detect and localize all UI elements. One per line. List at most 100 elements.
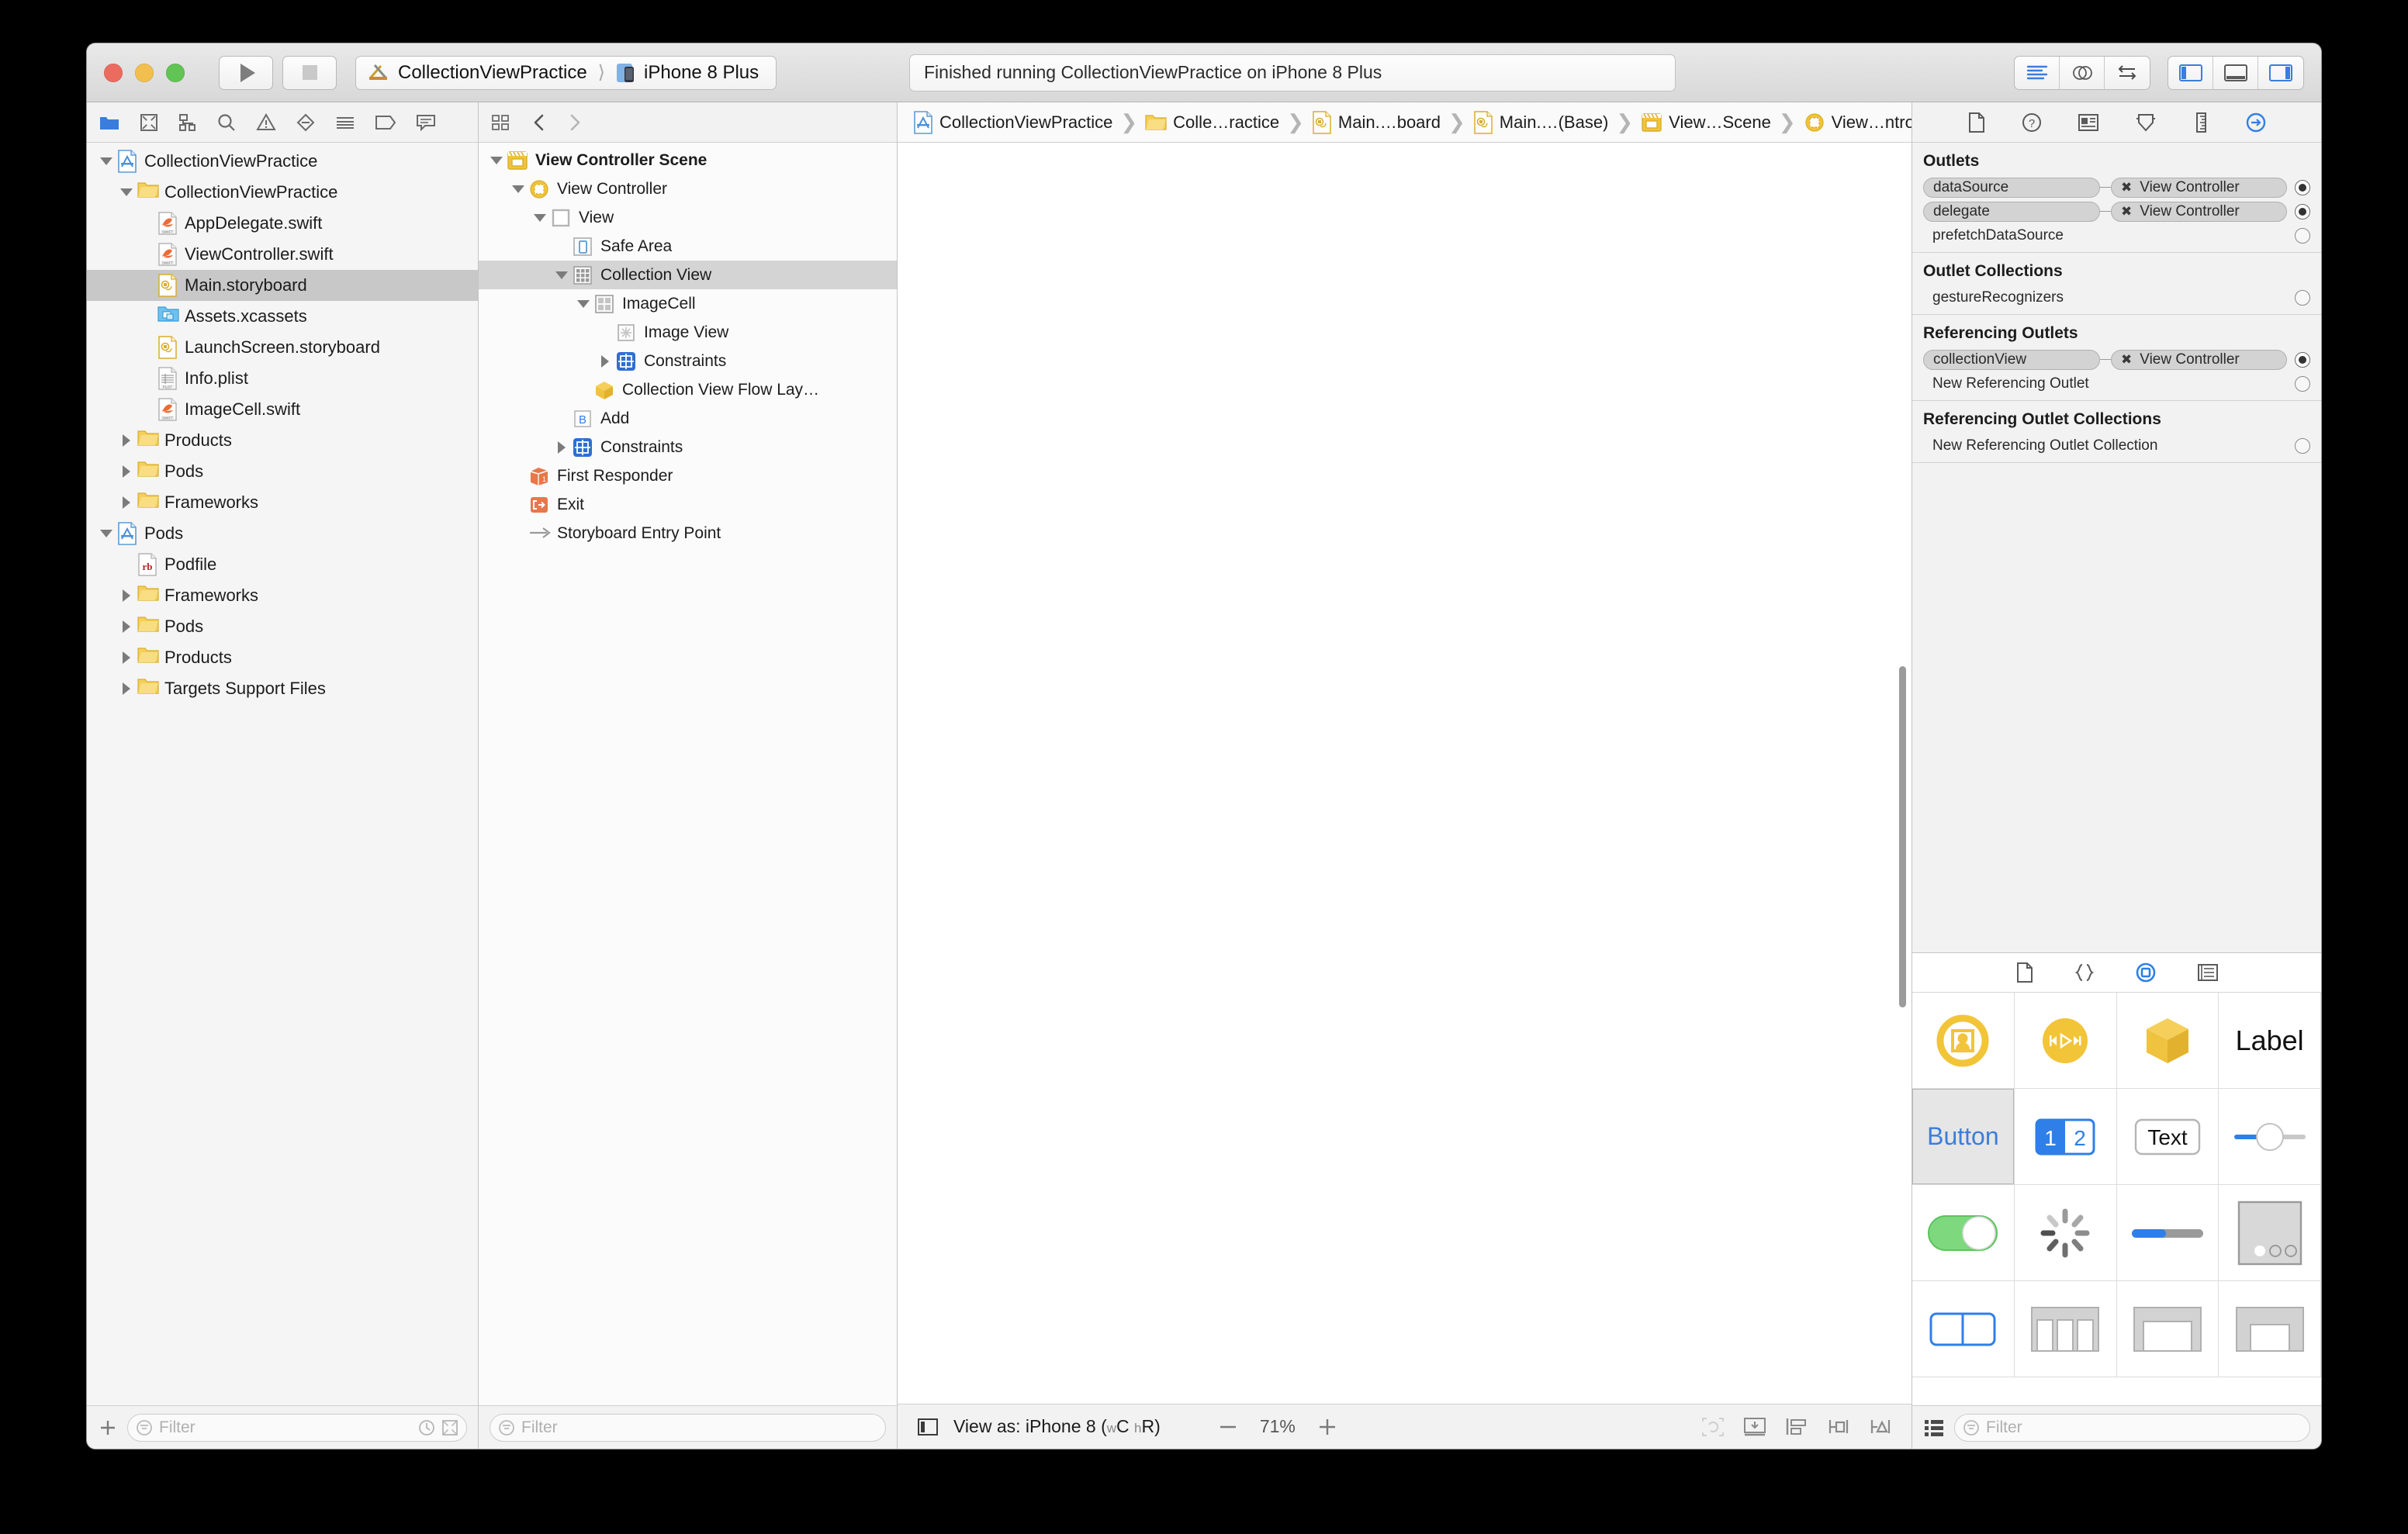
connection-well[interactable]	[2295, 179, 2310, 195]
jump-bar[interactable]: CollectionViewPractice ❯ Colle…ractice ❯ Mai…	[898, 102, 2211, 143]
source-control-navigator-icon[interactable]	[140, 113, 158, 132]
assistant-editor-button[interactable]	[2060, 56, 2105, 89]
navigator-item-products[interactable]: Products	[87, 642, 478, 673]
media-library-icon[interactable]	[2197, 962, 2219, 983]
file-template-library-icon[interactable]	[2015, 962, 2034, 983]
outline-item-add[interactable]: B Add	[479, 404, 897, 433]
connection-well[interactable]	[2295, 437, 2310, 454]
navigator-item-podfile[interactable]: rb Podfile	[87, 549, 478, 580]
outline-item-image-view[interactable]: Image View	[479, 318, 897, 347]
outline-item-constraints[interactable]: Constraints	[479, 347, 897, 375]
quick-help-inspector-icon[interactable]: ?	[2022, 112, 2042, 133]
breadcrumb-item-4[interactable]: View…Scene	[1641, 112, 1771, 133]
outline-item-collection-view-flow-lay[interactable]: Collection View Flow Lay…	[479, 375, 897, 404]
disclosure-triangle-right-icon[interactable]	[118, 434, 135, 447]
zoom-level-label[interactable]: 71%	[1260, 1416, 1296, 1437]
view-as-label[interactable]: View as: iPhone 8 (wC hR)	[953, 1416, 1161, 1437]
test-navigator-icon[interactable]	[296, 113, 315, 132]
zoom-in-button[interactable]	[1316, 1415, 1339, 1439]
maximize-window-button[interactable]	[166, 63, 185, 82]
connection-row[interactable]: collectionView ✖ View Controller	[1912, 347, 2321, 371]
debug-navigator-icon[interactable]	[335, 113, 355, 132]
outline-item-view[interactable]: View	[479, 203, 897, 232]
navigator-filter-field[interactable]: Filter	[127, 1413, 467, 1442]
breadcrumb-item-0[interactable]: CollectionViewPractice	[913, 110, 1112, 134]
code-snippet-library-icon[interactable]	[2074, 962, 2095, 983]
outline-item-constraints[interactable]: Constraints	[479, 433, 897, 461]
navigator-item-main-storyboard[interactable]: Main.storyboard	[87, 270, 478, 301]
navigator-item-appdelegate-swift[interactable]: SWIFT AppDelegate.swift	[87, 208, 478, 239]
connection-well[interactable]	[2295, 227, 2310, 244]
library-item-progress-view[interactable]	[2116, 1185, 2219, 1281]
library-item-object[interactable]	[2116, 993, 2219, 1089]
disclosure-triangle-down-icon[interactable]	[98, 530, 115, 537]
disclosure-triangle-down-icon[interactable]	[510, 185, 527, 193]
outline-item-imagecell[interactable]: ImageCell	[479, 289, 897, 318]
library-filter-field[interactable]: Filter	[1954, 1413, 2310, 1442]
connection-well[interactable]	[2295, 351, 2310, 368]
connection-name-pill[interactable]: dataSource	[1923, 177, 2100, 198]
issue-navigator-icon[interactable]	[256, 112, 276, 132]
add-constraints-icon[interactable]	[1826, 1415, 1851, 1439]
disclosure-triangle-right-icon[interactable]	[553, 441, 570, 454]
library-item-segmented-control[interactable]: 1 2	[2014, 1089, 2117, 1185]
disclosure-triangle-down-icon[interactable]	[531, 213, 548, 222]
project-navigator-icon[interactable]	[99, 113, 119, 132]
navigator-item-launchscreen-storyboard[interactable]: LaunchScreen.storyboard	[87, 332, 478, 363]
forward-icon[interactable]	[567, 112, 583, 133]
project-navigator-tree[interactable]: CollectionViewPractice CollectionViewPrac…	[87, 143, 478, 1405]
connection-row[interactable]: New Referencing Outlet Collection	[1912, 434, 2321, 458]
find-navigator-icon[interactable]	[217, 113, 236, 132]
library-item-segmented-row[interactable]	[2014, 1281, 2117, 1377]
library-view-mode-icon[interactable]	[1923, 1417, 1945, 1439]
outline-tree[interactable]: View Controller Scene View Controller View…	[479, 143, 897, 1405]
navigator-item-frameworks[interactable]: Frameworks	[87, 487, 478, 518]
library-item-media-controller[interactable]	[2014, 993, 2117, 1089]
disconnect-icon[interactable]: ✖	[2121, 352, 2132, 368]
embed-in-stack-icon[interactable]	[1742, 1415, 1767, 1439]
close-window-button[interactable]	[104, 63, 123, 82]
library-item-label[interactable]: Label	[2219, 993, 2321, 1089]
identity-inspector-icon[interactable]	[2078, 112, 2099, 133]
disconnect-icon[interactable]: ✖	[2121, 180, 2132, 195]
connection-well[interactable]	[2295, 289, 2310, 306]
library-item-page-control[interactable]	[2219, 1185, 2321, 1281]
disconnect-icon[interactable]: ✖	[2121, 204, 2132, 219]
connection-name-pill[interactable]: delegate	[1923, 201, 2100, 222]
file-inspector-icon[interactable]	[1967, 112, 1986, 133]
connection-row[interactable]: dataSource ✖ View Controller	[1912, 175, 2321, 199]
size-inspector-icon[interactable]	[2192, 112, 2209, 133]
outline-item-first-responder[interactable]: 1 First Responder	[479, 461, 897, 490]
disclosure-triangle-down-icon[interactable]	[98, 157, 115, 165]
connection-row[interactable]: prefetchDataSource	[1912, 223, 2321, 247]
outline-item-safe-area[interactable]: Safe Area	[479, 232, 897, 261]
align-icon[interactable]	[1784, 1415, 1809, 1439]
disclosure-triangle-right-icon[interactable]	[118, 651, 135, 664]
connection-name-pill[interactable]: collectionView	[1923, 349, 2100, 370]
symbol-navigator-icon[interactable]	[178, 113, 197, 132]
connection-row[interactable]: New Referencing Outlet	[1912, 371, 2321, 396]
back-icon[interactable]	[531, 112, 547, 133]
breadcrumb-item-3[interactable]: Main.…(Base)	[1473, 110, 1608, 134]
navigator-item-collectionviewpractice[interactable]: CollectionViewPractice	[87, 146, 478, 177]
outline-item-view-controller-scene[interactable]: View Controller Scene	[479, 146, 897, 174]
interface-builder-canvas[interactable]: 1 Add UIImageView	[898, 143, 1912, 1404]
outline-item-view-controller[interactable]: View Controller	[479, 174, 897, 203]
scheme-selector[interactable]: CollectionViewPractice ⟩ iPhone 8 Plus	[355, 55, 777, 90]
outline-item-exit[interactable]: Exit	[479, 490, 897, 519]
disclosure-triangle-down-icon[interactable]	[488, 156, 505, 164]
outline-filter-field[interactable]: Filter	[490, 1413, 886, 1442]
toggle-document-outline-icon[interactable]	[916, 1415, 939, 1439]
navigator-item-info-plist[interactable]: PLIST Info.plist	[87, 363, 478, 394]
disclosure-triangle-right-icon[interactable]	[118, 465, 135, 478]
library-item-view-controller[interactable]	[1912, 993, 2015, 1089]
library-item-activity-indicator[interactable]	[2014, 1185, 2117, 1281]
library-item-stepper[interactable]	[1912, 1281, 2015, 1377]
zoom-out-button[interactable]	[1216, 1415, 1240, 1439]
navigator-item-pods[interactable]: Pods	[87, 611, 478, 642]
stop-button[interactable]	[282, 55, 337, 90]
library-item-button[interactable]: Button	[1912, 1089, 2015, 1185]
disclosure-triangle-right-icon[interactable]	[118, 589, 135, 602]
navigator-item-viewcontroller-swift[interactable]: SWIFT ViewController.swift	[87, 239, 478, 270]
disclosure-triangle-right-icon[interactable]	[597, 354, 614, 368]
